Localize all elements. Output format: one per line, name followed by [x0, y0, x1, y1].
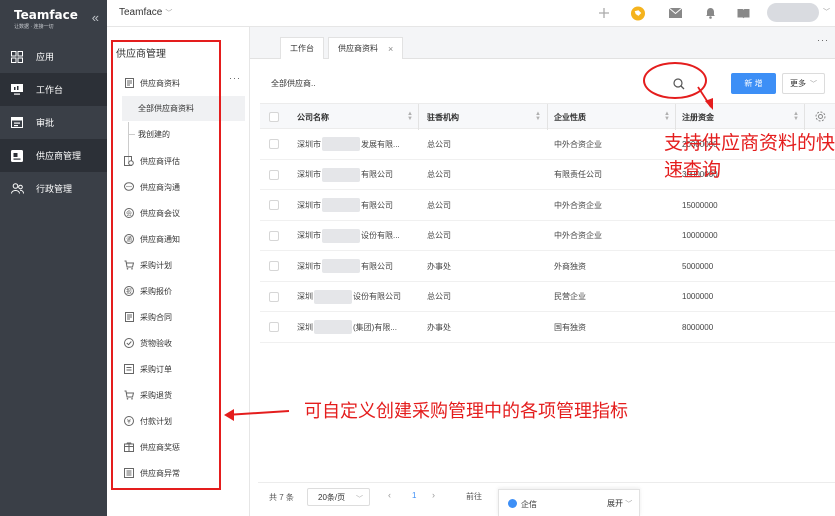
- annotation-search-tip: 支持供应商资料的快速查询: [664, 132, 835, 181]
- annotation-custom-tip: 可自定义创建采购管理中的各项管理指标: [304, 401, 628, 422]
- annotation-arrows: [224, 86, 713, 421]
